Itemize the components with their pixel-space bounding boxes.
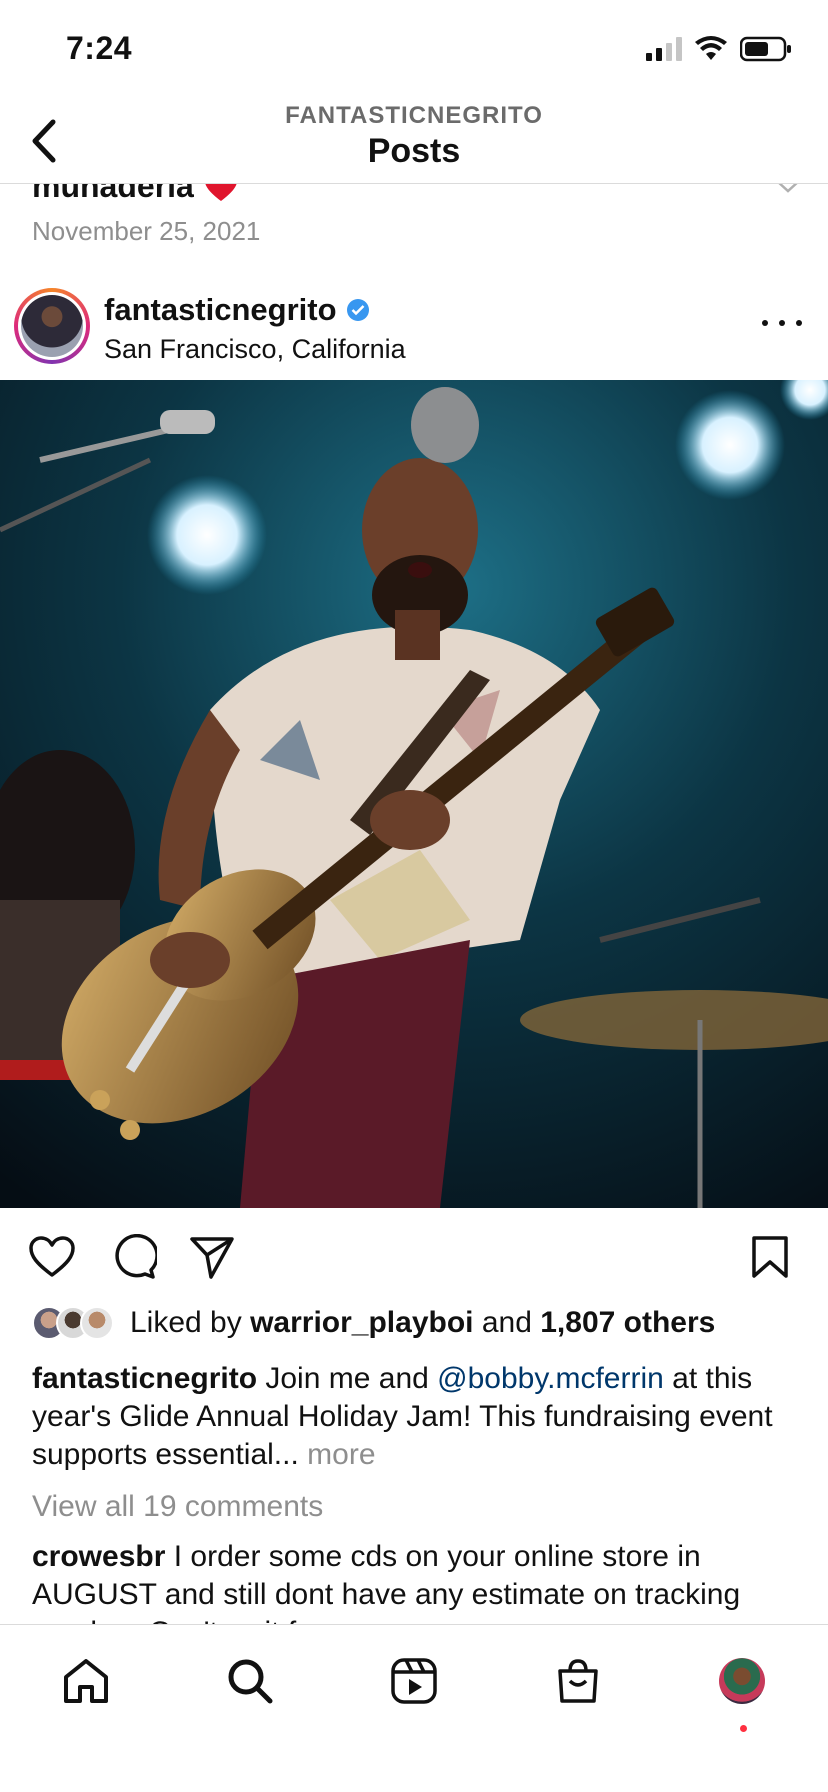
liker-avatars — [32, 1306, 114, 1340]
send-icon — [190, 1237, 234, 1279]
likes-row[interactable]: Liked by warrior_playboi and 1,807 other… — [32, 1306, 715, 1340]
concert-photo — [0, 380, 828, 1208]
signal-icon — [646, 37, 682, 61]
verified-badge-icon — [346, 299, 369, 321]
status-time: 7:24 — [66, 30, 133, 66]
post-header: fantasticnegrito San Francisco, Californ… — [0, 278, 828, 378]
top-comment: crowesbr I order some cds on your online… — [32, 1538, 802, 1626]
tab-home[interactable] — [56, 1651, 116, 1711]
search-icon — [228, 1659, 273, 1704]
comment-username[interactable]: crowesbr — [32, 1540, 165, 1573]
battery-icon — [740, 36, 791, 62]
post-image[interactable] — [0, 380, 828, 1208]
story-avatar[interactable] — [14, 288, 90, 364]
caption-more-link[interactable]: more — [307, 1438, 375, 1471]
heart-icon — [29, 1236, 75, 1277]
profile-avatar — [719, 1658, 765, 1704]
post-username[interactable]: fantasticnegrito — [104, 292, 337, 328]
caption-mention[interactable]: @bobby.mcferrin — [437, 1362, 664, 1395]
avatar — [80, 1306, 114, 1340]
page-title: Posts — [367, 132, 461, 170]
post-username-row: fantasticnegrito — [104, 292, 369, 328]
tab-shop[interactable] — [548, 1651, 608, 1711]
tab-profile[interactable] — [712, 1651, 772, 1711]
previous-post-date: November 25, 2021 — [32, 216, 261, 246]
status-bar: 7:24 — [0, 0, 828, 100]
share-button[interactable] — [186, 1231, 238, 1283]
avatar-frame — [18, 292, 86, 360]
tab-bar — [0, 1624, 828, 1792]
likes-count[interactable]: 1,807 others — [540, 1306, 715, 1339]
previous-post-remnant: muñadería November 25, 2021 — [0, 168, 828, 254]
comment-button[interactable] — [108, 1231, 160, 1283]
dot — [762, 320, 768, 326]
likes-joiner: and — [481, 1306, 532, 1339]
view-all-comments-link[interactable]: View all 19 comments — [32, 1490, 323, 1524]
tab-search[interactable] — [220, 1651, 280, 1711]
post-caption: fantasticnegrito Join me and @bobby.mcfe… — [32, 1360, 802, 1474]
likes-prefix: Liked by — [130, 1306, 242, 1339]
likes-text: Liked by warrior_playboi and 1,807 other… — [130, 1306, 715, 1340]
shopping-bag-icon — [558, 1659, 598, 1703]
nav-header: FANTASTICNEGRITO Posts — [0, 100, 828, 184]
like-button[interactable] — [26, 1231, 78, 1283]
reels-icon — [391, 1658, 437, 1704]
more-options-button[interactable] — [762, 308, 802, 338]
caption-text: Join me and — [265, 1362, 429, 1395]
save-button[interactable] — [744, 1231, 796, 1283]
wifi-icon — [695, 36, 727, 60]
notification-dot — [740, 1725, 747, 1732]
tab-reels[interactable] — [384, 1651, 444, 1711]
liker-username[interactable]: warrior_playboi — [250, 1306, 473, 1339]
post-location[interactable]: San Francisco, California — [104, 334, 406, 365]
dot — [796, 320, 802, 326]
home-icon — [64, 1659, 108, 1703]
header-username: FANTASTICNEGRITO — [285, 102, 543, 129]
header-titles: FANTASTICNEGRITO Posts — [0, 100, 828, 171]
status-icons — [646, 36, 792, 62]
dot — [779, 320, 785, 326]
caption-username[interactable]: fantasticnegrito — [32, 1362, 257, 1395]
bookmark-icon — [752, 1236, 788, 1278]
comment-icon — [115, 1234, 157, 1279]
post-actions — [0, 1225, 828, 1289]
avatar — [21, 295, 83, 357]
